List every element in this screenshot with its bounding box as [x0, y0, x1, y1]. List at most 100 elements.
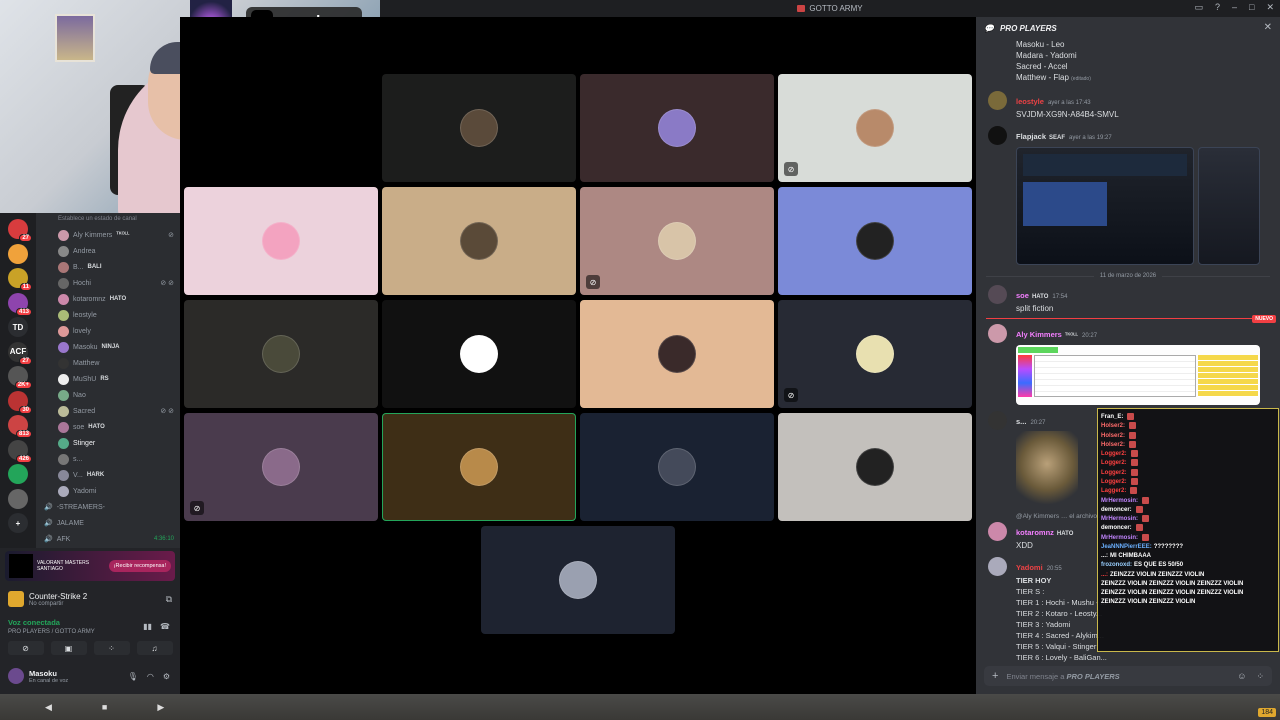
disconnect-icon[interactable]: ☎ [160, 622, 170, 631]
server-icon[interactable] [8, 243, 28, 264]
channel-status-hint[interactable]: Establece un estado de canal [36, 213, 180, 227]
inbox-icon[interactable]: ▭ [1194, 2, 1203, 13]
voice-user[interactable]: MuShU RS [36, 371, 180, 387]
participant-tile[interactable]: ⊘ [778, 300, 972, 408]
activities-icon[interactable]: ⁘ [93, 641, 130, 655]
mic-icon[interactable]: 🎙 [128, 672, 138, 681]
screen-share-icon[interactable]: ⧉ [166, 594, 172, 605]
server-icon[interactable]: ACF 27 [8, 341, 32, 365]
screen-share-button[interactable]: ▣ [50, 641, 87, 655]
participant-tile[interactable] [382, 74, 576, 182]
voice-user[interactable]: B... BALI [36, 259, 180, 275]
participant-tile[interactable] [382, 413, 576, 521]
apps-icon[interactable]: ⁘ [1256, 671, 1264, 682]
voice-user[interactable]: Hochi ⊘ ⊘ [36, 275, 180, 291]
current-user[interactable]: Masoku En canal de voz 🎙 ◠ ⚙ [4, 664, 176, 688]
composer-placeholder[interactable]: Enviar mensaje a PRO PLAYERS [1006, 672, 1119, 681]
claim-reward-button[interactable]: ¡Recibir recompensa! [108, 560, 171, 572]
spreadsheet-attachment[interactable] [1016, 345, 1260, 405]
camera-off-icon[interactable]: ⊘ [7, 641, 44, 655]
participant-tile[interactable] [184, 300, 378, 408]
avatar[interactable] [988, 411, 1007, 430]
participant-tile[interactable]: ⊘ [580, 187, 774, 295]
voice-user[interactable]: leostyle [36, 307, 180, 323]
message-author[interactable]: kotaromnz [1016, 528, 1054, 537]
voice-user[interactable]: Sacred ⊘ ⊘ [36, 403, 180, 419]
soundboard-icon[interactable]: ♫ [136, 641, 173, 655]
voice-user[interactable]: Masoku NINJA [36, 339, 180, 355]
server-icon[interactable]: 426 [8, 439, 32, 463]
message-author[interactable]: Flapjack [1016, 132, 1046, 141]
server-icon[interactable]: 2K+ [8, 366, 32, 389]
chat-message[interactable]: Aly Kimmers ᵀᴷᴼᴸᴸ 20:27 [976, 324, 1280, 405]
voice-channel[interactable]: 🔊 JALAME [36, 515, 180, 531]
settings-gear-icon[interactable]: ⚙ [163, 672, 170, 681]
server-icon[interactable]: 11 [8, 268, 32, 291]
participant-tile[interactable]: ⊘ [778, 74, 972, 182]
message-author[interactable]: leostyle [1016, 97, 1044, 106]
signal-icon[interactable]: ▮▮ [143, 622, 152, 631]
participant-tile[interactable] [778, 413, 972, 521]
help-icon[interactable]: ? [1215, 2, 1220, 13]
avatar[interactable] [988, 557, 1007, 576]
voice-user[interactable]: Stinger [36, 435, 180, 451]
add-attachment-icon[interactable]: + [992, 670, 998, 682]
avatar[interactable] [988, 522, 1007, 541]
home-icon[interactable]: ■ [102, 702, 107, 712]
avatar[interactable] [988, 91, 1007, 110]
server-icon[interactable]: 27 [8, 219, 32, 242]
maximize-button[interactable]: □ [1249, 2, 1254, 13]
participant-tile[interactable] [580, 74, 774, 182]
server-icon[interactable] [8, 464, 28, 484]
participant-tile[interactable] [580, 300, 774, 408]
message-author[interactable]: Aly Kimmers [1016, 330, 1062, 339]
participant-tile[interactable] [382, 187, 576, 295]
avatar[interactable] [988, 324, 1007, 343]
chat-message[interactable]: leostyle ayer a las 17:43 SVJDM-XG9N-A84B… [976, 91, 1280, 120]
server-icon[interactable] [8, 488, 28, 509]
server-icon[interactable]: 413 [8, 292, 32, 316]
avatar[interactable] [988, 126, 1007, 145]
participant-tile[interactable] [184, 187, 378, 295]
close-chat-icon[interactable]: ✕ [1264, 22, 1272, 33]
voice-channel[interactable]: 🔊 -STREAMERS- [36, 499, 180, 515]
participant-tile[interactable] [382, 300, 576, 408]
voice-user[interactable]: soe HATO [36, 419, 180, 435]
participant-tile[interactable] [481, 526, 675, 634]
message-author[interactable]: s... [1016, 417, 1026, 426]
minimize-button[interactable]: – [1232, 2, 1237, 13]
voice-user[interactable]: V... HARK [36, 467, 180, 483]
forward-icon[interactable]: ▶ [157, 702, 164, 713]
back-icon[interactable]: ◀ [45, 702, 52, 713]
headphones-icon[interactable]: ◠ [147, 672, 154, 681]
voice-user[interactable]: Nao [36, 387, 180, 403]
message-composer[interactable]: + Enviar mensaje a PRO PLAYERS ☺ ⁘ [984, 666, 1272, 686]
server-icon[interactable]: TD [8, 317, 28, 337]
voice-user[interactable]: lovely [36, 323, 180, 339]
participant-tile[interactable] [580, 413, 774, 521]
voice-user[interactable]: Matthew [36, 355, 180, 371]
server-icon[interactable]: 30 [8, 390, 32, 414]
voice-user[interactable]: Andrea [36, 243, 180, 259]
close-button[interactable]: ✕ [1266, 2, 1274, 13]
participant-tile[interactable] [778, 187, 972, 295]
promo-banner[interactable]: VALORANT MASTERS SANTIAGO ¡Recibir recom… [5, 551, 175, 581]
voice-user[interactable]: kotaromnz HATO [36, 291, 180, 307]
emoji-icon[interactable]: ☺ [1237, 671, 1246, 682]
server-icon[interactable]: + [8, 513, 28, 533]
voice-user[interactable]: Yadomi [36, 483, 180, 499]
message-author[interactable]: soe [1016, 291, 1029, 300]
tray-badge[interactable]: 184 [1258, 708, 1276, 717]
message-author[interactable]: Yadomi [1016, 563, 1043, 572]
sticker[interactable] [1016, 431, 1078, 513]
chat-message[interactable]: Flapjack SEAF ayer a las 19:27 [976, 126, 1280, 265]
voice-user[interactable]: s... [36, 451, 180, 467]
image-attachment[interactable] [1198, 147, 1260, 265]
image-attachment[interactable] [1016, 147, 1194, 265]
voice-channel[interactable]: 🔊 AFK 4:36:10 [36, 531, 180, 547]
avatar[interactable] [988, 285, 1007, 304]
server-icon[interactable]: 813 [8, 415, 32, 438]
chat-message[interactable]: soe HATO 17:54 split fiction [976, 285, 1280, 314]
participant-tile[interactable]: ⊘ [184, 413, 378, 521]
voice-user[interactable]: Aly Kimmers ᵀᴷᴼᴸᴸ ⊘ [36, 227, 180, 243]
